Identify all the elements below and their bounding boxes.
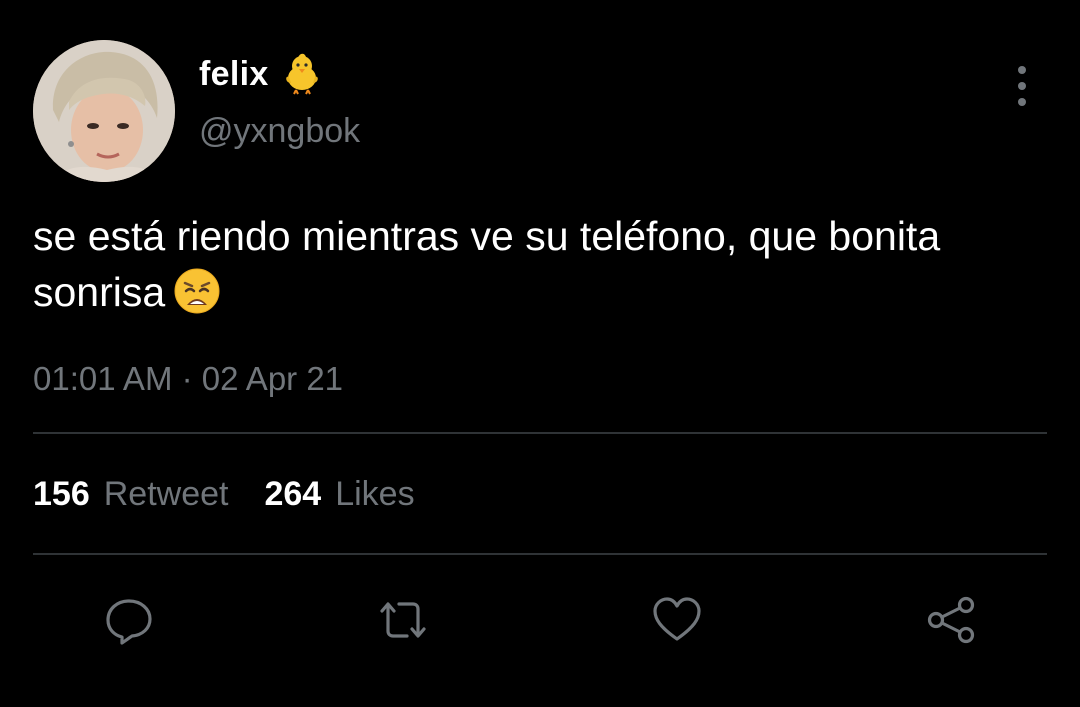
chick-icon [281, 53, 323, 95]
avatar[interactable] [33, 40, 175, 182]
likes-count: 264 [264, 475, 322, 513]
tweet-actions [0, 590, 1080, 650]
user-handle[interactable]: @yxngbok [199, 112, 360, 151]
tweet-timestamp[interactable]: 01:01 AM · 02 Apr 21 [33, 360, 343, 398]
user-name-row: felix [199, 52, 323, 96]
like-button[interactable] [647, 590, 707, 650]
reply-icon [106, 599, 152, 645]
tweet-stats: 156 Retweet 264 Likes [33, 475, 451, 514]
divider [33, 553, 1047, 555]
divider [33, 432, 1047, 434]
share-icon [927, 596, 975, 644]
retweets-stat[interactable]: 156 Retweet [33, 475, 228, 514]
like-icon [653, 597, 701, 641]
display-name[interactable]: felix [199, 55, 269, 94]
tweet-text-body: se está riendo mientras ve su teléfono, … [33, 213, 941, 315]
more-dot-icon [1018, 66, 1026, 74]
weary-face-icon [173, 267, 221, 315]
avatar-photo [33, 40, 175, 182]
likes-stat[interactable]: 264 Likes [264, 475, 414, 514]
more-dot-icon [1018, 98, 1026, 106]
tweet-detail: felix @yxngbok se está riendo mientras v… [0, 0, 1080, 707]
likes-label: Likes [335, 475, 415, 513]
share-button[interactable] [921, 590, 981, 650]
more-options-button[interactable] [1008, 66, 1036, 106]
retweet-icon [380, 602, 426, 638]
retweet-button[interactable] [373, 590, 433, 650]
retweets-count: 156 [33, 475, 90, 513]
retweets-label: Retweet [103, 475, 229, 513]
more-dot-icon [1018, 82, 1026, 90]
tweet-text: se está riendo mientras ve su teléfono, … [33, 208, 1033, 320]
reply-button[interactable] [99, 590, 159, 650]
